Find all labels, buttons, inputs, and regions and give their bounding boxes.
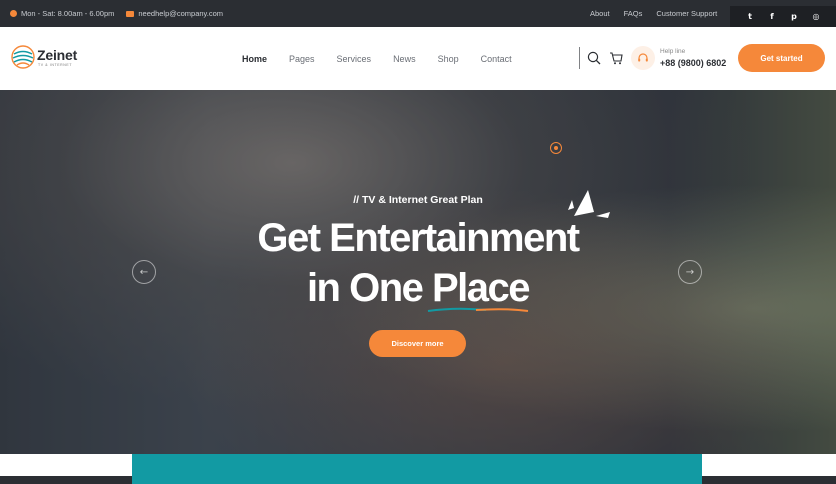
decorative-dot — [550, 142, 562, 154]
below-hero-section — [0, 454, 836, 484]
business-hours: Mon - Sat: 8.00am - 6.00pm — [10, 9, 114, 18]
nav-pages[interactable]: Pages — [289, 54, 315, 64]
get-started-button[interactable]: Get started — [738, 44, 825, 72]
twitter-icon[interactable]: t — [746, 12, 755, 21]
nav-services[interactable]: Services — [337, 54, 372, 64]
top-bar: Mon - Sat: 8.00am - 6.00pm needhelp@comp… — [0, 0, 836, 27]
logo[interactable]: Zeinet TV & INTERNET — [11, 43, 91, 75]
business-hours-text: Mon - Sat: 8.00am - 6.00pm — [21, 9, 115, 18]
top-link-customer-support[interactable]: Customer Support — [656, 9, 717, 18]
social-links: t f p ◎ — [730, 6, 836, 27]
nav-shop[interactable]: Shop — [438, 54, 459, 64]
email-text: needhelp@company.com — [138, 9, 223, 18]
mail-icon — [126, 10, 135, 17]
top-link-about[interactable]: About — [590, 9, 610, 18]
brand-name: Zeinet — [37, 47, 78, 63]
email-link[interactable]: needhelp@company.com — [126, 9, 223, 18]
nav-home[interactable]: Home — [242, 54, 267, 64]
help-line-label: Help line — [660, 48, 686, 55]
headset-icon — [631, 46, 655, 70]
hero-slider: ← → // TV & Internet Great Plan Get Ente… — [0, 90, 836, 454]
headline-underline — [427, 307, 529, 312]
nav-news[interactable]: News — [393, 54, 416, 64]
clock-icon — [10, 10, 17, 17]
hero-tagline: // TV & Internet Great Plan — [353, 194, 483, 206]
site-header: Zeinet TV & INTERNET Home Pages Services… — [0, 27, 836, 90]
pinterest-icon[interactable]: p — [790, 12, 799, 21]
search-icon[interactable] — [587, 51, 601, 65]
discover-more-button[interactable]: Discover more — [369, 330, 466, 357]
facebook-icon[interactable]: f — [768, 12, 777, 21]
brand-tagline: TV & INTERNET — [38, 63, 73, 67]
instagram-icon[interactable]: ◎ — [812, 12, 821, 21]
teal-feature-panel — [132, 454, 702, 484]
globe-logo-icon — [11, 45, 35, 69]
header-divider — [579, 47, 580, 69]
hero-headline-line1: Get Entertainment — [257, 216, 580, 260]
cart-icon[interactable] — [609, 51, 623, 65]
nav-contact[interactable]: Contact — [481, 54, 512, 64]
main-nav: Home Pages Services News Shop Contact — [242, 27, 534, 90]
hero-headline-line2: in One Place — [306, 266, 531, 310]
top-link-faqs[interactable]: FAQs — [624, 9, 643, 18]
help-line-number[interactable]: +88 (9800) 6802 — [660, 58, 726, 68]
